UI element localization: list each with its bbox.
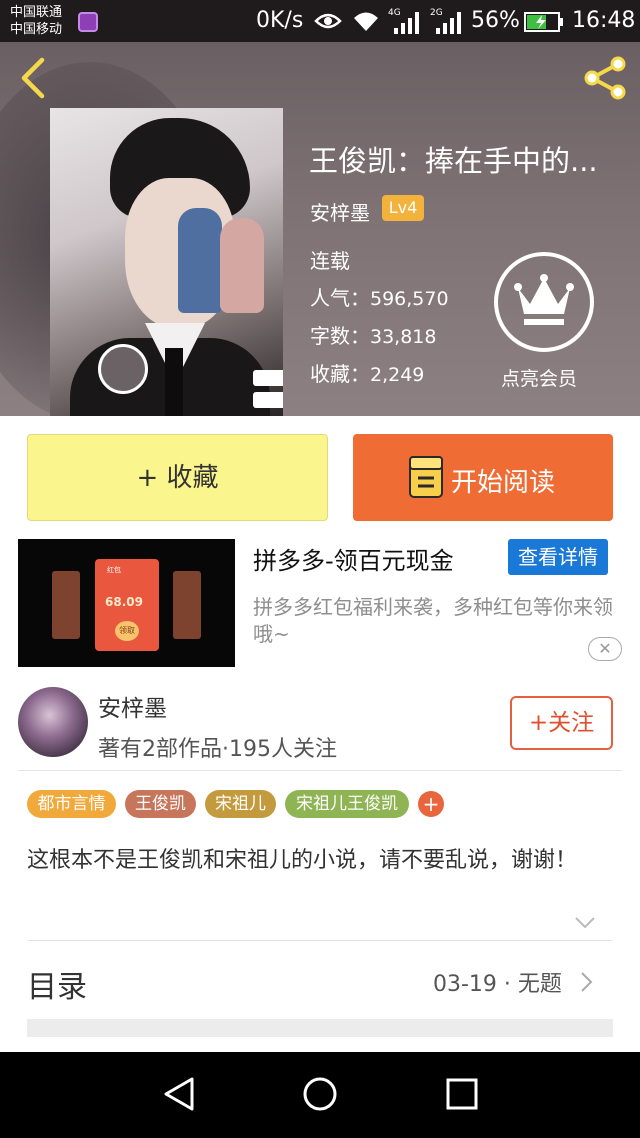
divider <box>27 940 613 941</box>
tag-chip[interactable]: 都市言情 <box>27 790 116 818</box>
wifi-icon <box>354 12 378 31</box>
popularity-stat: 人气：596,570 <box>310 282 449 311</box>
ad-view-details-button[interactable]: 查看详情 <box>508 539 608 575</box>
ad-image[interactable]: 红包 68.09 领取 <box>18 539 235 667</box>
follow-button[interactable]: +关注 <box>510 696 613 750</box>
ad-red-packet: 红包 68.09 领取 <box>95 559 159 651</box>
ad-description: 拼多多红包福利来袭，多种红包等你来领哦~ <box>253 595 613 646</box>
start-reading-label: 开始阅读 <box>451 468 556 498</box>
eye-icon <box>314 13 342 29</box>
start-reading-button[interactable]: 开始阅读 <box>353 434 613 521</box>
nav-recent-apps-icon[interactable] <box>446 1078 478 1110</box>
ad-envelope-left <box>52 571 80 639</box>
status-bar: 中国联通 中国移动 0K/s 4G 2G 56% 16:48 <box>0 0 640 42</box>
vip-label[interactable]: 点亮会员 <box>501 364 577 391</box>
popularity-value: 596,570 <box>370 288 449 310</box>
author-level-badge: Lv4 <box>382 195 424 221</box>
chevron-down-icon[interactable] <box>574 916 596 930</box>
favorites-label: 收藏： <box>310 362 370 386</box>
ad-title[interactable]: 拼多多-领百元现金 <box>253 541 454 576</box>
toc-label[interactable]: 目录 <box>27 962 87 1006</box>
author-avatar[interactable] <box>18 687 88 757</box>
book-icon <box>409 456 443 498</box>
ad-close-button[interactable]: ✕ <box>588 637 622 661</box>
carrier-1: 中国联通 <box>10 5 63 20</box>
net-speed: 0K/s <box>256 8 304 33</box>
divider <box>18 770 622 771</box>
battery-percent: 56% <box>471 8 520 33</box>
share-icon[interactable] <box>580 56 630 100</box>
signal-4g-icon: 4G <box>388 8 419 34</box>
back-arrow-icon[interactable] <box>16 56 50 100</box>
system-nav-bar <box>0 1052 640 1138</box>
network-label-2: 2G <box>430 8 443 18</box>
author-card-works: 著有2部作品·195人关注 <box>98 737 337 762</box>
cover-tab <box>253 392 283 408</box>
ad-card-header: 红包 <box>107 566 121 574</box>
battery-icon <box>524 12 563 32</box>
ad-card-amount: 68.09 <box>105 595 143 609</box>
chevron-right-icon[interactable] <box>580 971 594 993</box>
tag-chip[interactable]: 王俊凯 <box>125 790 196 818</box>
signal-2g-icon: 2G <box>430 8 461 34</box>
add-tag-button[interactable]: + <box>418 791 444 817</box>
favorites-stat: 收藏：2,249 <box>310 358 424 387</box>
add-to-shelf-button[interactable]: + 收藏 <box>27 434 328 521</box>
book-cover[interactable] <box>50 108 283 416</box>
ad-card-claim: 领取 <box>115 621 139 641</box>
vip-button[interactable] <box>494 252 594 352</box>
gallery-notification-icon <box>78 12 98 32</box>
book-author[interactable]: 安梓墨 <box>310 197 370 226</box>
cover-figure-tie <box>165 348 183 416</box>
word-count-value: 33,818 <box>370 326 437 348</box>
author-card-name[interactable]: 安梓墨 <box>98 689 167 723</box>
carrier-2: 中国移动 <box>10 22 63 37</box>
book-status: 连载 <box>310 249 350 273</box>
word-count-stat: 字数：33,818 <box>310 320 436 349</box>
nav-home-icon[interactable] <box>302 1076 338 1112</box>
crown-icon <box>514 274 574 325</box>
toc-latest-chapter[interactable]: 03-19 · 无题 <box>433 966 562 998</box>
section-separator <box>27 1019 613 1037</box>
carrier-names: 中国联通 中国移动 <box>10 4 62 38</box>
nav-back-icon[interactable] <box>162 1076 196 1112</box>
book-title: 王俊凯：捧在手中的... <box>309 144 598 178</box>
tag-chip[interactable]: 宋祖儿王俊凯 <box>285 790 409 818</box>
tag-chip[interactable]: 宋祖儿 <box>205 790 276 818</box>
cover-illustration-boy <box>178 208 222 313</box>
clock: 16:48 <box>572 8 636 33</box>
word-count-label: 字数： <box>310 324 370 348</box>
cover-tab <box>253 370 283 386</box>
network-label-1: 4G <box>388 8 401 18</box>
ad-envelope-right <box>173 571 201 639</box>
book-intro: 这根本不是王俊凯和宋祖儿的小说，请不要乱说，谢谢！ <box>27 848 578 873</box>
cover-illustration-girl <box>220 218 264 313</box>
popularity-label: 人气： <box>310 286 370 310</box>
book-header: 王俊凯：捧在手中的... 安梓墨 Lv4 连载 人气：596,570 字数：33… <box>0 42 640 416</box>
favorites-value: 2,249 <box>370 364 425 386</box>
cover-avatar <box>98 344 148 394</box>
